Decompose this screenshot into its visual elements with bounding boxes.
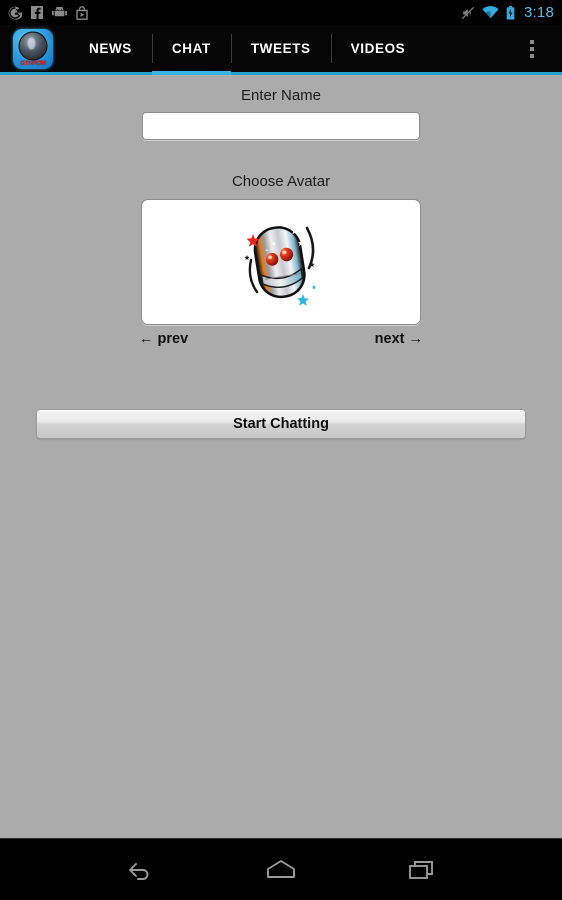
action-bar: GTHROM NEWS CHAT TWEETS VIDEOS <box>0 25 562 75</box>
robot-avatar <box>244 226 317 306</box>
tab-chat-label: CHAT <box>171 41 211 56</box>
recents-button[interactable] <box>392 850 452 890</box>
avatar-next-button[interactable]: next → <box>375 331 423 347</box>
tab-chat[interactable]: CHAT <box>151 25 231 75</box>
tab-videos-label: VIDEOS <box>350 41 406 56</box>
back-icon <box>129 862 149 880</box>
overflow-dot <box>530 53 534 58</box>
play-store-icon <box>76 5 88 20</box>
home-icon <box>267 859 295 878</box>
facebook-icon <box>31 6 43 20</box>
tab-news[interactable]: NEWS <box>69 25 152 72</box>
name-input[interactable] <box>142 112 420 140</box>
enter-name-label: Enter Name <box>240 87 322 104</box>
battery-charging-icon <box>506 5 515 20</box>
main-content: Enter Name Choose Avatar ← prev next → S… <box>0 75 562 838</box>
mute-icon <box>461 6 475 20</box>
tab-videos[interactable]: VIDEOS <box>330 25 426 72</box>
overflow-dot <box>530 39 534 44</box>
tab-tweets-label: TWEETS <box>250 41 311 56</box>
status-notification-icons <box>8 5 88 20</box>
recents-icon <box>408 860 433 879</box>
home-button[interactable] <box>251 850 311 890</box>
status-bar: 3:18 <box>0 0 562 25</box>
back-button[interactable] <box>110 850 170 890</box>
overflow-dot <box>530 46 534 51</box>
avatar-prev-button[interactable]: ← prev <box>139 331 188 347</box>
status-time: 3:18 <box>524 4 554 21</box>
choose-avatar-label: Choose Avatar <box>231 173 331 190</box>
avatar-preview-panel[interactable] <box>141 199 421 325</box>
tab-news-label: NEWS <box>89 41 132 56</box>
app-logo-icon[interactable]: GTHROM <box>13 28 53 69</box>
app-logo-emblem <box>18 31 48 61</box>
overflow-menu-icon[interactable] <box>512 25 552 72</box>
google-icon <box>8 6 23 20</box>
system-nav-bar <box>0 838 562 900</box>
tab-tweets[interactable]: TWEETS <box>230 25 331 72</box>
avatar-nav: ← prev next → <box>139 331 423 347</box>
start-chatting-button[interactable]: Start Chatting <box>36 409 526 439</box>
app-logo-text: GTHROM <box>20 60 46 67</box>
status-system-icons: 3:18 <box>461 4 554 21</box>
wifi-icon <box>482 6 499 19</box>
tab-bar: NEWS CHAT TWEETS VIDEOS <box>69 25 426 75</box>
android-icon <box>52 6 67 18</box>
